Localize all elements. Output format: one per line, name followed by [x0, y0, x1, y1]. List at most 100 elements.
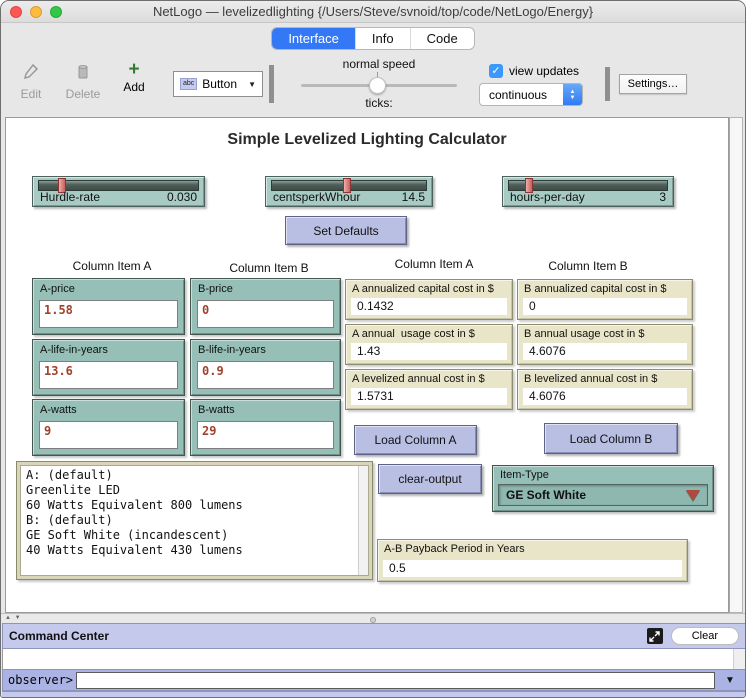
- monitor-label: B annualized capital cost in $: [518, 280, 692, 295]
- load-column-b-button[interactable]: Load Column B: [544, 423, 678, 454]
- output-line: Greenlite LED: [26, 483, 363, 498]
- add-label: Add: [123, 80, 144, 94]
- pencil-icon: [22, 62, 40, 85]
- chooser-select[interactable]: GE Soft White: [498, 484, 708, 506]
- slider-value: 0.030: [167, 190, 197, 204]
- input-field[interactable]: 0.9: [197, 361, 334, 389]
- titlebar: NetLogo — levelizedlighting {/Users/Stev…: [1, 1, 745, 23]
- maximize-button[interactable]: [50, 6, 62, 18]
- slider-hours-per-day[interactable]: hours-per-day 3: [502, 176, 674, 207]
- widget-type-value: Button: [202, 77, 243, 91]
- left-column-a-header: Column Item A: [42, 259, 182, 273]
- left-column-b-header: Column Item B: [199, 261, 339, 275]
- main-vertical-scrollbar[interactable]: [729, 117, 743, 613]
- load-column-a-button[interactable]: Load Column A: [354, 425, 477, 455]
- clear-button[interactable]: Clear: [671, 627, 739, 645]
- input-a-price: A-price 1.58: [32, 278, 185, 335]
- chooser-dropdown-icon: [686, 490, 700, 501]
- tab-info[interactable]: Info: [355, 28, 410, 49]
- input-field[interactable]: 13.6: [39, 361, 178, 389]
- input-field[interactable]: 0: [197, 300, 334, 328]
- edit-button[interactable]: Edit: [17, 62, 45, 101]
- slider-name: centsperkWhour: [273, 190, 360, 204]
- speed-slider-thumb[interactable]: [369, 77, 386, 94]
- input-field[interactable]: 9: [39, 421, 178, 449]
- stepper-icon: ▲▼: [563, 84, 582, 105]
- right-column-b-header: Column Item B: [518, 259, 658, 273]
- traffic-lights: [10, 6, 62, 18]
- add-button[interactable]: + Add: [120, 61, 148, 94]
- monitor-label: A annual usage cost in $: [346, 325, 512, 340]
- command-center-footer: [2, 691, 746, 698]
- update-mode-select[interactable]: continuous ▲▼: [479, 83, 583, 106]
- toolbar-divider-2: [605, 67, 610, 101]
- output-line: 40 Watts Equivalent 430 lumens: [26, 543, 363, 558]
- monitor-value: 0.1432: [351, 298, 507, 315]
- input-b-watts: B-watts 29: [190, 399, 341, 456]
- output-line: A: (default): [26, 468, 363, 483]
- right-column-a-header: Column Item A: [364, 257, 504, 271]
- command-input[interactable]: [76, 672, 715, 689]
- monitor-b-annualized-capital: B annualized capital cost in $ 0: [517, 279, 693, 320]
- monitor-a-annualized-capital: A annualized capital cost in $ 0.1432: [345, 279, 513, 320]
- widget-type-dropdown[interactable]: abc Button ▼: [173, 71, 263, 97]
- command-center-log[interactable]: [2, 649, 746, 669]
- slider-hurdle-rate[interactable]: Hurdle-rate 0.030: [32, 176, 205, 207]
- view-updates-label: view updates: [509, 64, 579, 78]
- input-a-life-in-years: A-life-in-years 13.6: [32, 339, 185, 396]
- output-line: GE Soft White (incandescent): [26, 528, 363, 543]
- slider-centsperkwhour[interactable]: centsperkWhour 14.5: [265, 176, 433, 207]
- expand-icon[interactable]: [647, 628, 663, 644]
- monitor-value: 1.43: [351, 343, 507, 360]
- monitor-label: A levelized annual cost in $: [346, 370, 512, 385]
- monitor-value: 0.5: [383, 560, 682, 577]
- close-button[interactable]: [10, 6, 22, 18]
- tab-code[interactable]: Code: [410, 28, 474, 49]
- history-dropdown-icon[interactable]: ▼: [715, 675, 745, 686]
- monitor-value: 1.5731: [351, 388, 507, 405]
- splitter-arrows-icon[interactable]: ▲ ▼: [5, 615, 22, 621]
- monitor-b-levelized-annual: B levelized annual cost in $ 4.6076: [517, 369, 693, 410]
- output-line: B: (default): [26, 513, 363, 528]
- command-center-header: Command Center Clear: [2, 623, 746, 649]
- input-label: A-watts: [33, 400, 184, 416]
- input-label: B-life-in-years: [191, 340, 340, 356]
- chooser-value: GE Soft White: [506, 488, 586, 502]
- minimize-button[interactable]: [30, 6, 42, 18]
- tab-interface[interactable]: Interface: [272, 28, 355, 49]
- output-line: 60 Watts Equivalent 800 lumens: [26, 498, 363, 513]
- input-b-life-in-years: B-life-in-years 0.9: [190, 339, 341, 396]
- input-field[interactable]: 29: [197, 421, 334, 449]
- view-updates-checkbox[interactable]: ✓: [489, 64, 503, 78]
- set-defaults-button[interactable]: Set Defaults: [285, 216, 407, 245]
- model-title: Simple Levelized Lighting Calculator: [6, 131, 728, 149]
- output-box: A: (default)Greenlite LED60 Watts Equiva…: [16, 461, 373, 580]
- monitor-value: 4.6076: [523, 343, 687, 360]
- monitor-a-levelized-annual: A levelized annual cost in $ 1.5731: [345, 369, 513, 410]
- ticks-label: ticks:: [301, 96, 457, 110]
- command-log-scrollbar[interactable]: [733, 649, 745, 669]
- monitor-label: B levelized annual cost in $: [518, 370, 692, 385]
- observer-prompt: observer>: [3, 673, 76, 687]
- splitter-bar[interactable]: ▲ ▼: [1, 613, 745, 623]
- output-scrollbar[interactable]: [358, 466, 368, 575]
- monitor-b-annual-usage: B annual usage cost in $ 4.6076: [517, 324, 693, 365]
- output-text: A: (default)Greenlite LED60 Watts Equiva…: [20, 465, 369, 576]
- settings-button[interactable]: Settings…: [619, 74, 687, 94]
- tab-segmented-control: Interface Info Code: [271, 27, 474, 50]
- monitor-value: 0: [523, 298, 687, 315]
- update-mode-value: continuous: [480, 88, 563, 102]
- monitor-label: A-B Payback Period in Years: [378, 540, 687, 555]
- clear-output-button[interactable]: clear-output: [378, 464, 482, 494]
- monitor-label: B annual usage cost in $: [518, 325, 692, 340]
- input-label: A-price: [33, 279, 184, 295]
- button-widget-icon: abc: [180, 78, 197, 90]
- slider-value: 3: [659, 190, 666, 204]
- speed-slider-label: normal speed: [301, 57, 457, 71]
- monitor-value: 4.6076: [523, 388, 687, 405]
- chooser-label: Item-Type: [493, 466, 713, 481]
- delete-button[interactable]: Delete: [63, 62, 103, 101]
- input-field[interactable]: 1.58: [39, 300, 178, 328]
- command-input-row: observer> ▼: [2, 669, 746, 691]
- input-a-watts: A-watts 9: [32, 399, 185, 456]
